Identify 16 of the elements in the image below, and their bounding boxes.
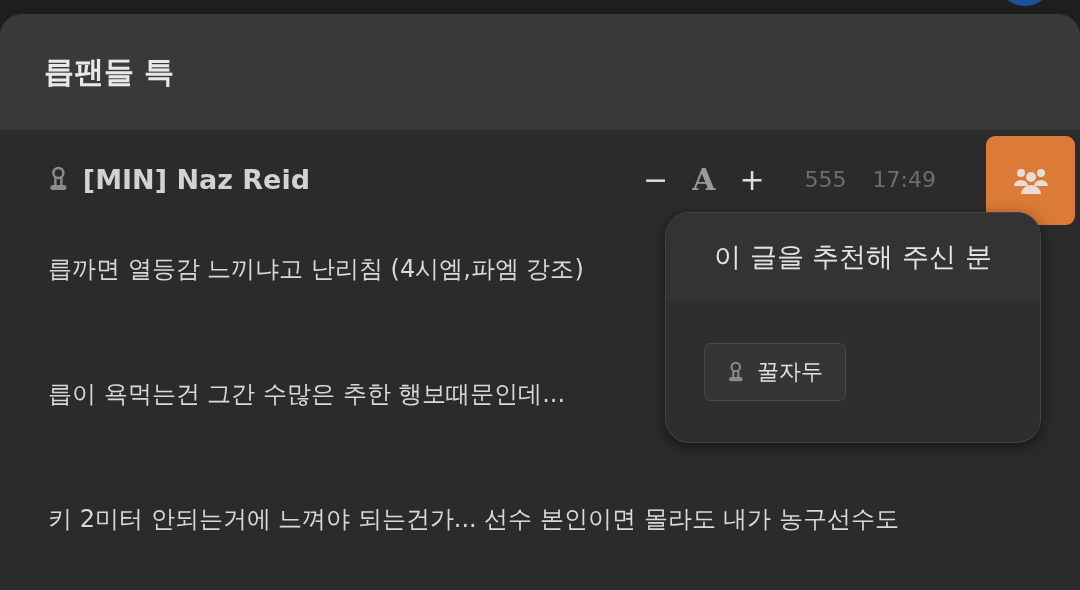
post-title: 릅팬들 특 [44, 52, 175, 91]
author-name[interactable]: [MIN] Naz Reid [82, 163, 310, 195]
font-size-label[interactable]: A [692, 161, 716, 197]
recommenders-button[interactable] [986, 136, 1075, 225]
post-paragraph: 릅까면 열등감 느끼냐고 난리침 (4시엠,파엠 강조) [48, 254, 584, 284]
badge-icon [727, 361, 745, 383]
post-paragraph: 키 2미터 안되는거에 느껴야 되는건가... 선수 본인이면 몰라도 내가 농구선수도 [48, 504, 899, 534]
badge-icon [48, 166, 69, 192]
post-time: 17:49 [872, 166, 936, 192]
view-count: 555 [804, 166, 847, 192]
user-chip[interactable]: 꿀자두 [704, 343, 846, 401]
post-paragraph: 릅이 욕먹는건 그간 수많은 추한 행보때문인데... [48, 379, 566, 409]
decrease-font-button[interactable]: − [643, 161, 669, 197]
people-icon [1012, 166, 1049, 195]
popup-title: 이 글을 추천해 주신 분 [714, 240, 992, 274]
increase-font-button[interactable]: + [739, 161, 765, 197]
